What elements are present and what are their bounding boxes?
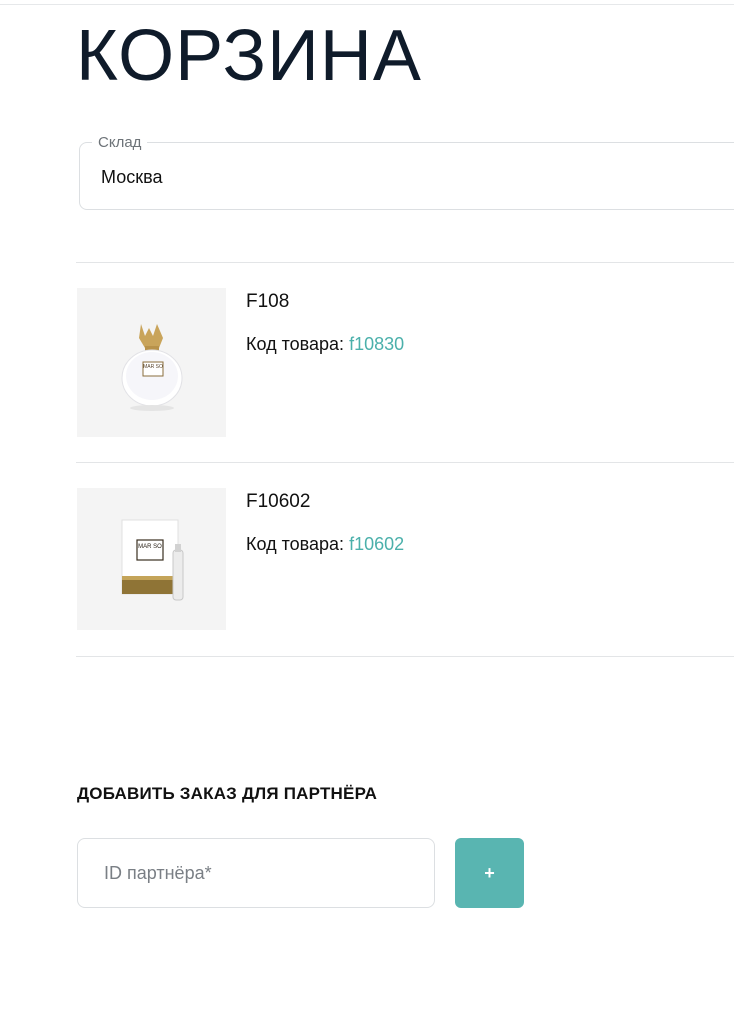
- cart-divider: [76, 262, 734, 263]
- warehouse-value: Москва: [101, 167, 163, 187]
- item-name: F10602: [246, 491, 311, 512]
- perfume-sample-card-icon[interactable]: MAR SO: [77, 488, 226, 630]
- cart-item: MAR SO F10602 Код товара: f10602: [77, 488, 734, 630]
- top-divider: [0, 4, 734, 5]
- item-code-label: Код товара:: [246, 334, 345, 354]
- perfume-bottle-icon[interactable]: MAR SO: [77, 288, 226, 437]
- item-code: Код товара: f10602: [246, 534, 404, 555]
- item-code-label: Код товара:: [246, 534, 345, 554]
- add-partner-button[interactable]: +: [455, 838, 524, 908]
- warehouse-select[interactable]: Склад Москва: [79, 134, 734, 210]
- cart-divider: [76, 462, 734, 463]
- page-title: КОРЗИНА: [76, 16, 422, 96]
- item-code-link[interactable]: f10830: [349, 334, 404, 354]
- brand-mark: MAR SO: [143, 364, 163, 370]
- brand-mark: MAR SO: [138, 544, 162, 550]
- partner-id-input[interactable]: [77, 838, 435, 908]
- item-code: Код товара: f10830: [246, 334, 404, 355]
- item-code-link[interactable]: f10602: [349, 534, 404, 554]
- partner-order-heading: ДОБАВИТЬ ЗАКАЗ ДЛЯ ПАРТНЁРА: [77, 784, 378, 803]
- item-name: F108: [246, 291, 290, 312]
- warehouse-label: Склад: [92, 134, 148, 151]
- cart-divider: [76, 656, 734, 657]
- cart-item: MAR SO F108 Код товара: f10830: [77, 288, 734, 438]
